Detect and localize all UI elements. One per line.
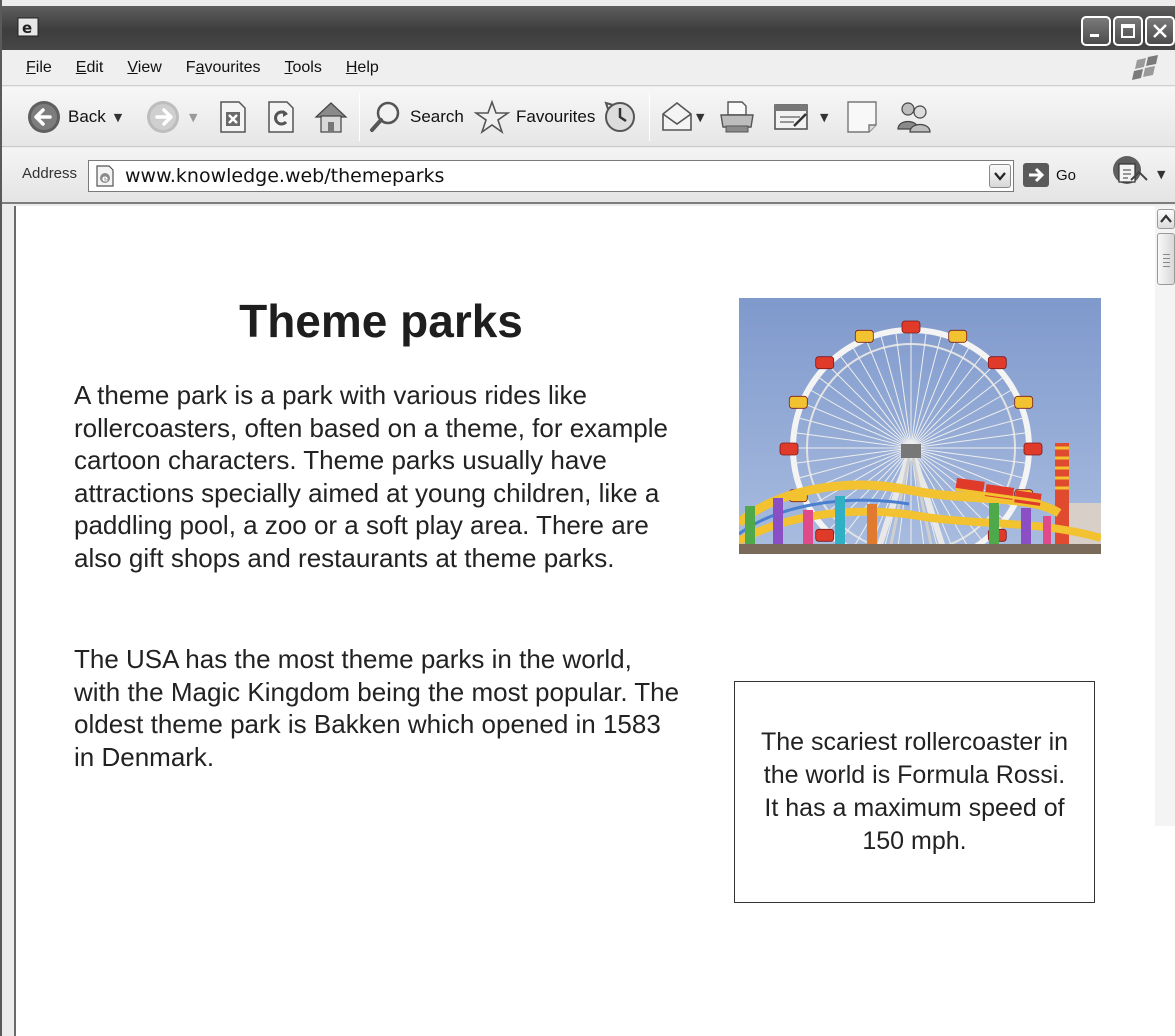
scroll-thumb[interactable]	[1157, 233, 1175, 285]
address-label: Address	[22, 165, 78, 182]
menu-file[interactable]: File	[26, 59, 52, 77]
maximize-button[interactable]	[1113, 16, 1143, 46]
messenger-button[interactable]	[894, 99, 932, 135]
print-button[interactable]	[718, 99, 756, 135]
vertical-scrollbar[interactable]	[1155, 206, 1175, 826]
search-icon	[370, 101, 400, 132]
svg-text:e: e	[22, 19, 32, 37]
home-button[interactable]	[312, 99, 350, 135]
ferris-wheel-photo	[739, 298, 1101, 554]
stop-icon	[220, 101, 246, 133]
ie-logo-icon: e	[17, 17, 39, 37]
history-button[interactable]	[602, 99, 638, 135]
mail-icon	[662, 101, 692, 131]
close-button[interactable]	[1145, 16, 1175, 46]
fact-box: The scariest rollercoaster in the world …	[734, 681, 1095, 903]
users-icon	[897, 102, 931, 133]
minimize-button[interactable]	[1081, 16, 1111, 46]
stop-button[interactable]	[218, 99, 248, 135]
svg-text:e: e	[102, 175, 108, 185]
links-button[interactable]: ▼	[1109, 150, 1171, 198]
menu-favourites[interactable]: Favourites	[186, 59, 261, 77]
history-icon	[604, 101, 635, 132]
edit-button[interactable]: ▼	[772, 99, 828, 135]
refresh-button[interactable]	[266, 99, 296, 135]
back-button[interactable]: Back ▼	[26, 99, 122, 135]
go-button[interactable]: Go	[1022, 162, 1076, 188]
chevron-down-icon	[994, 172, 1006, 181]
page-viewport[interactable]: Theme parks A theme park is a park with …	[14, 206, 1175, 1036]
print-pdf-icon	[1113, 156, 1148, 184]
intro-paragraph: A theme park is a park with various ride…	[74, 380, 668, 573]
discuss-button[interactable]	[844, 99, 880, 135]
home-icon	[314, 102, 348, 133]
menu-bar: File Edit View Favourites Tools Help	[2, 50, 1175, 86]
title-bar: e	[2, 6, 1175, 50]
page-icon: e	[96, 165, 114, 187]
address-url: www.knowledge.web/themeparks	[125, 165, 445, 187]
edit-page-icon	[774, 104, 808, 130]
blank-page-icon	[847, 101, 877, 133]
menu-help[interactable]: Help	[346, 59, 379, 77]
facts-paragraph: The USA has the most theme parks in the …	[74, 644, 680, 772]
mail-button[interactable]: ▼	[660, 99, 704, 135]
page-title: Theme parks	[239, 295, 523, 347]
refresh-icon	[268, 101, 294, 133]
windows-flag-icon	[1132, 55, 1158, 80]
star-icon	[474, 99, 510, 135]
search-button[interactable]: Search	[368, 99, 464, 135]
back-arrow-icon	[28, 101, 60, 133]
minimize-icon	[1090, 34, 1099, 37]
back-dropdown-icon[interactable]: ▼	[114, 111, 122, 124]
chevron-up-icon	[1160, 214, 1172, 223]
fact-text: The scariest rollercoaster in the world …	[760, 728, 1069, 855]
forward-arrow-icon	[147, 101, 179, 133]
forward-button[interactable]: ▼	[145, 99, 197, 135]
menu-tools[interactable]: Tools	[285, 59, 322, 77]
address-input[interactable]: e www.knowledge.web/themeparks	[88, 160, 1014, 192]
forward-dropdown-icon[interactable]: ▼	[189, 111, 197, 124]
printer-icon	[720, 101, 754, 133]
favourites-button[interactable]: Favourites	[474, 99, 595, 135]
close-icon	[1153, 24, 1167, 38]
menu-view[interactable]: View	[127, 59, 161, 77]
menu-edit[interactable]: Edit	[76, 59, 104, 77]
edit-dropdown-icon[interactable]: ▼	[820, 111, 828, 124]
address-bar: Address e www.knowledge.web/themeparks G…	[2, 148, 1175, 204]
go-arrow-icon	[1023, 163, 1049, 187]
toolbar: Back ▼ ▼ Search Favourites ▼ ▼	[2, 87, 1175, 147]
mail-dropdown-icon[interactable]: ▼	[696, 111, 704, 124]
scroll-up-button[interactable]	[1157, 209, 1175, 229]
browser-window: e File Edit View Favourites Tools Help B…	[0, 0, 1175, 1036]
maximize-icon	[1121, 24, 1135, 38]
address-dropdown-button[interactable]	[989, 164, 1011, 188]
